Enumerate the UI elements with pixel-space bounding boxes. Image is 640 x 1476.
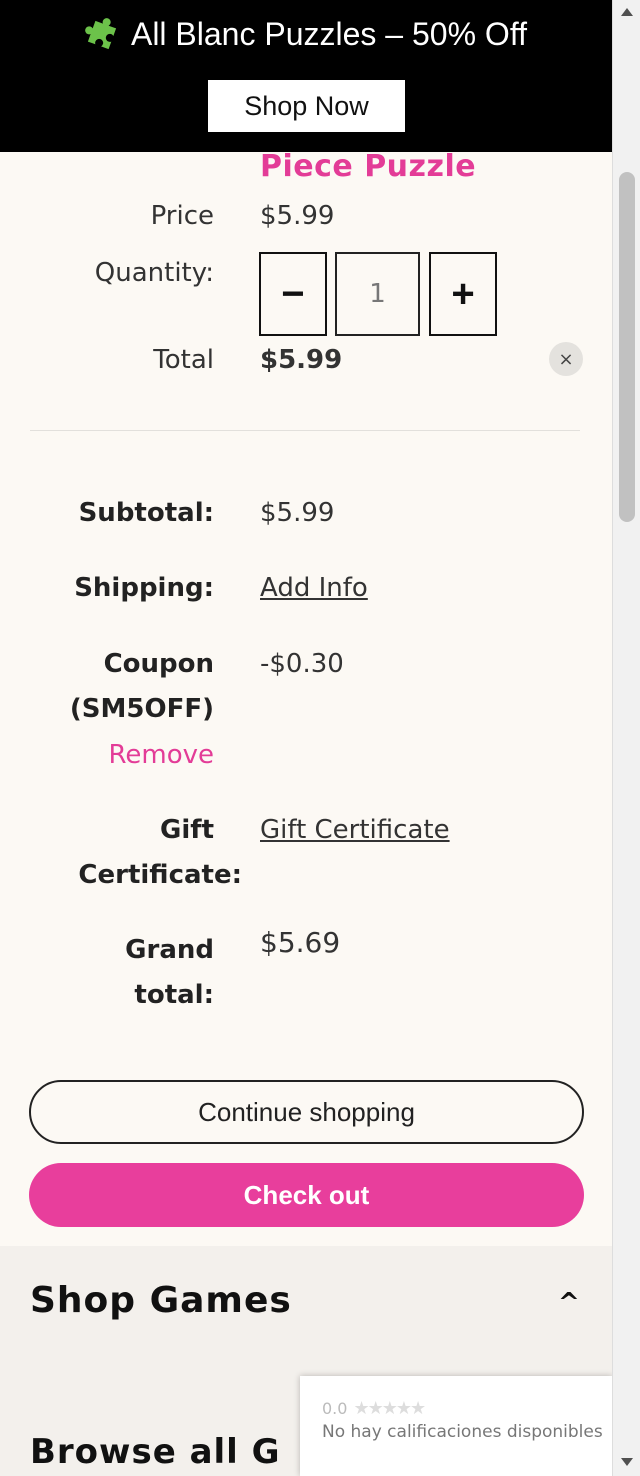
scrollbar-thumb[interactable] (619, 172, 635, 522)
promo-title: All Blanc Puzzles – 50% Off (130, 16, 528, 52)
puzzle-piece-icon (85, 17, 117, 49)
gift-certificate-link[interactable]: Gift Certificate (260, 808, 450, 852)
total-label: Total (153, 345, 214, 375)
total-value: $5.99 (260, 345, 343, 375)
rating-message: No hay calificaciones disponibles (322, 1422, 603, 1442)
rating-score: 0.0 (322, 1399, 348, 1418)
shipping-label: Shipping: (74, 573, 214, 603)
gift-certificate-label: Certificate: (78, 860, 242, 890)
scroll-up-arrow-icon[interactable] (621, 8, 633, 16)
price-value: $5.99 (260, 201, 335, 231)
remove-item-close-icon[interactable]: × (549, 342, 583, 376)
continue-shopping-button[interactable]: Continue shopping (29, 1080, 584, 1144)
promo-banner: All Blanc Puzzles – 50% Off Shop Now (0, 0, 612, 152)
coupon-value: -$0.30 (260, 649, 344, 679)
scroll-down-arrow-icon[interactable] (621, 1458, 633, 1466)
promo-title-row: All Blanc Puzzles – 50% Off (0, 16, 612, 53)
checkout-button[interactable]: Check out (29, 1163, 584, 1227)
browse-all-games-heading[interactable]: Browse all G (30, 1432, 281, 1472)
shipping-add-info-link[interactable]: Add Info (260, 566, 368, 610)
price-label: Price (150, 201, 214, 231)
subtotal-label: Subtotal: (78, 498, 214, 528)
gift-label: Gift (160, 815, 214, 845)
coupon-remove-link[interactable]: Remove (108, 733, 214, 777)
shop-games-heading[interactable]: Shop Games (30, 1280, 292, 1321)
quantity-input[interactable]: 1 (335, 252, 420, 336)
rating-widget[interactable]: 0.0 ★★★★★ No hay calificaciones disponib… (300, 1376, 612, 1476)
divider (30, 430, 580, 431)
coupon-label: Coupon (103, 649, 214, 679)
shop-now-button[interactable]: Shop Now (208, 80, 405, 132)
quantity-increase-button[interactable]: + (429, 252, 497, 336)
grand-total-value: $5.69 (260, 926, 341, 959)
grand-total-label: total: (134, 980, 214, 1010)
scrollbar[interactable] (612, 0, 640, 1476)
coupon-code-label: (SM5OFF) (69, 694, 214, 724)
product-name-link[interactable]: Piece Puzzle (260, 148, 476, 186)
quantity-decrease-button[interactable]: − (259, 252, 327, 336)
rating-stars-icon: ★★★★★ (353, 1398, 426, 1419)
subtotal-value: $5.99 (260, 498, 335, 528)
collapse-caret-icon[interactable]: ^ (558, 1288, 580, 1318)
grand-label: Grand (125, 935, 214, 965)
quantity-label: Quantity: (94, 258, 214, 288)
rating-row: 0.0 ★★★★★ (322, 1398, 426, 1419)
